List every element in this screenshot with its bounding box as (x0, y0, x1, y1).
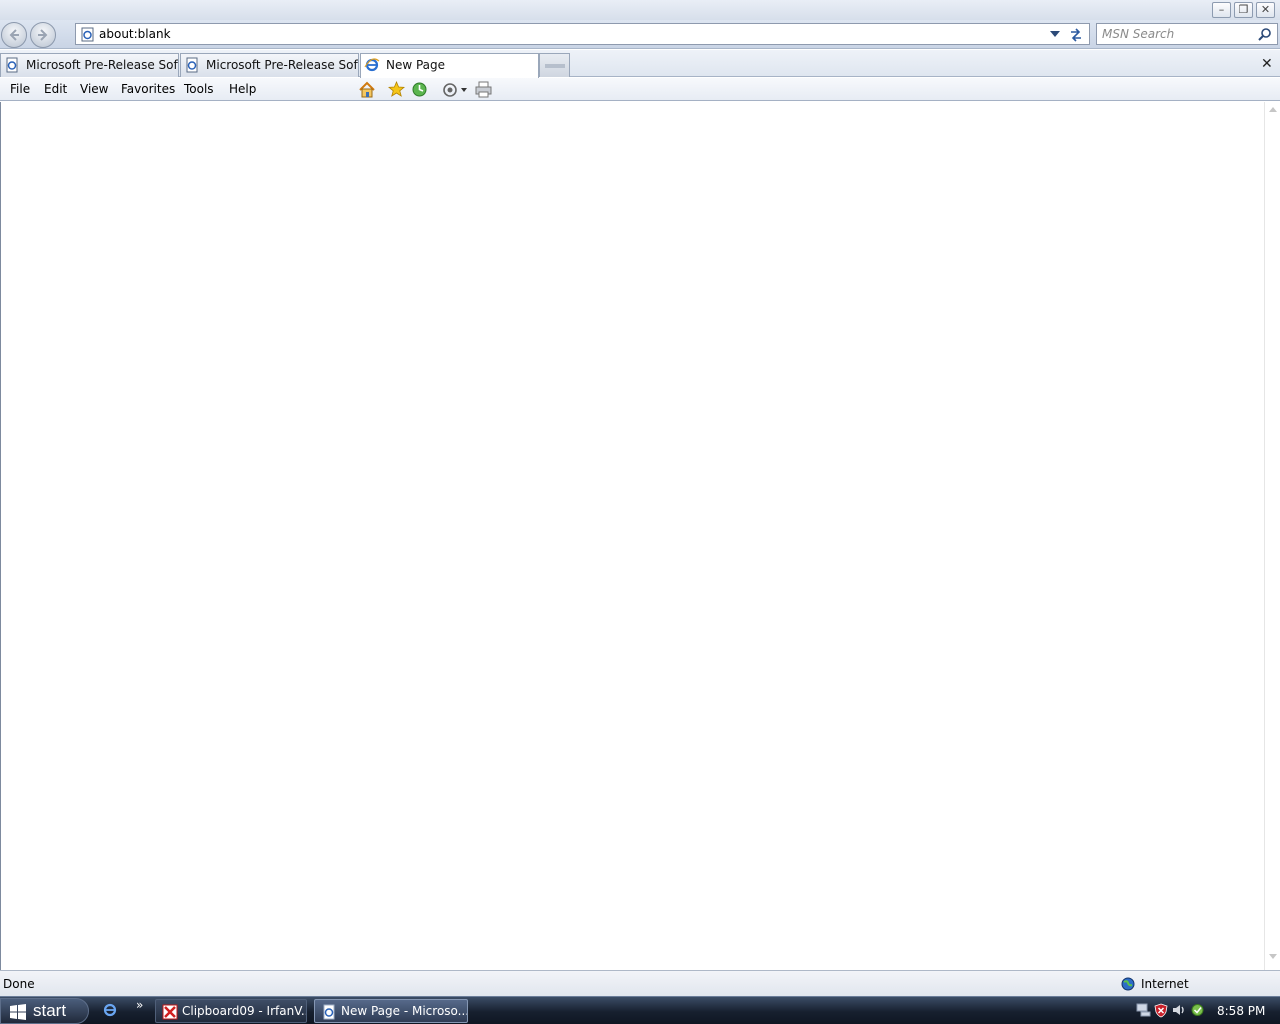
close-tab-button[interactable]: ✕ (1261, 56, 1273, 72)
start-label: start (33, 1001, 67, 1020)
web-page-content[interactable] (0, 102, 1280, 970)
clock[interactable]: 8:58 PM (1217, 1004, 1265, 1018)
history-icon[interactable] (411, 81, 428, 98)
network-icon[interactable] (1136, 1003, 1151, 1017)
home-icon[interactable] (358, 81, 376, 98)
close-window-button[interactable]: ✕ (1256, 2, 1275, 18)
address-bar[interactable]: about:blank (75, 23, 1090, 45)
back-arrow-icon (9, 29, 19, 41)
tab-new-page[interactable]: New Page (360, 53, 539, 78)
volume-icon[interactable] (1172, 1003, 1187, 1017)
address-input[interactable]: about:blank (99, 27, 171, 41)
tab-label: Microsoft Pre-Release Softw (26, 58, 179, 72)
star-icon[interactable] (388, 81, 405, 98)
tab-bar: Microsoft Pre-Release Softw Microsoft Pr… (0, 50, 1280, 78)
minimize-button[interactable]: – (1212, 2, 1231, 18)
security-zone-label[interactable]: Internet (1141, 977, 1189, 991)
maximize-button[interactable]: ❐ (1234, 2, 1253, 18)
internet-explorer-icon (364, 58, 380, 72)
tab-label: Microsoft Pre-Release Softw (206, 58, 359, 72)
tab-microsoft-pre-release-1[interactable]: Microsoft Pre-Release Softw (0, 53, 179, 77)
page-icon (323, 1004, 335, 1020)
security-shield-icon[interactable] (1154, 1003, 1168, 1018)
scroll-down-arrow-icon[interactable] (1269, 954, 1277, 960)
forward-arrow-icon (38, 29, 48, 41)
system-tray: 8:58 PM (1128, 999, 1280, 1023)
search-input[interactable]: MSN Search (1102, 27, 1174, 41)
menu-view[interactable]: View (80, 82, 108, 96)
tab-microsoft-pre-release-2[interactable]: Microsoft Pre-Release Softw (180, 53, 359, 77)
search-box[interactable]: MSN Search (1096, 23, 1278, 45)
page-icon (81, 27, 94, 42)
vertical-scrollbar[interactable] (1264, 102, 1280, 970)
menu-edit[interactable]: Edit (44, 82, 67, 96)
back-button[interactable] (1, 22, 27, 48)
task-label: Clipboard09 - IrfanV... (182, 1004, 307, 1018)
tab-label: New Page (386, 58, 446, 72)
taskbar-item-irfanview[interactable]: Clipboard09 - IrfanV... (155, 999, 307, 1023)
task-label: New Page - Microso... (341, 1004, 468, 1018)
taskbar-item-new-page[interactable]: New Page - Microso... (314, 999, 468, 1023)
page-icon (186, 57, 198, 73)
page-icon (6, 57, 18, 73)
menu-bar: File Edit View Favorites Tools Help (0, 78, 1280, 101)
irfanview-icon (162, 1004, 178, 1020)
print-icon[interactable] (475, 81, 492, 98)
chevron-down-icon[interactable] (1050, 30, 1060, 38)
start-button[interactable]: start (0, 998, 89, 1024)
new-tab-button[interactable] (539, 53, 570, 77)
scroll-up-arrow-icon[interactable] (1269, 106, 1277, 112)
update-icon[interactable] (1190, 1003, 1205, 1017)
refresh-icon[interactable] (1068, 27, 1084, 43)
menu-help[interactable]: Help (229, 82, 256, 96)
title-bar: – ❐ ✕ (0, 0, 1280, 20)
search-icon[interactable] (1257, 27, 1272, 42)
menu-tools[interactable]: Tools (184, 82, 214, 96)
globe-icon (1121, 977, 1135, 991)
new-tab-placeholder (545, 64, 565, 68)
menu-file[interactable]: File (10, 82, 30, 96)
status-bar: Done Internet (0, 970, 1280, 996)
forward-button[interactable] (30, 22, 56, 48)
quicklaunch-more-button[interactable]: » (136, 998, 143, 1012)
windows-logo-icon (10, 1004, 26, 1020)
status-text: Done (3, 977, 35, 991)
menu-favorites[interactable]: Favorites (121, 82, 175, 96)
internet-explorer-quicklaunch-icon[interactable] (102, 1002, 118, 1018)
navigation-bar: about:blank MSN Search (0, 20, 1280, 49)
taskbar: start » Clipboard09 - IrfanV... New Page… (0, 996, 1280, 1024)
feeds-icon[interactable] (441, 81, 469, 98)
